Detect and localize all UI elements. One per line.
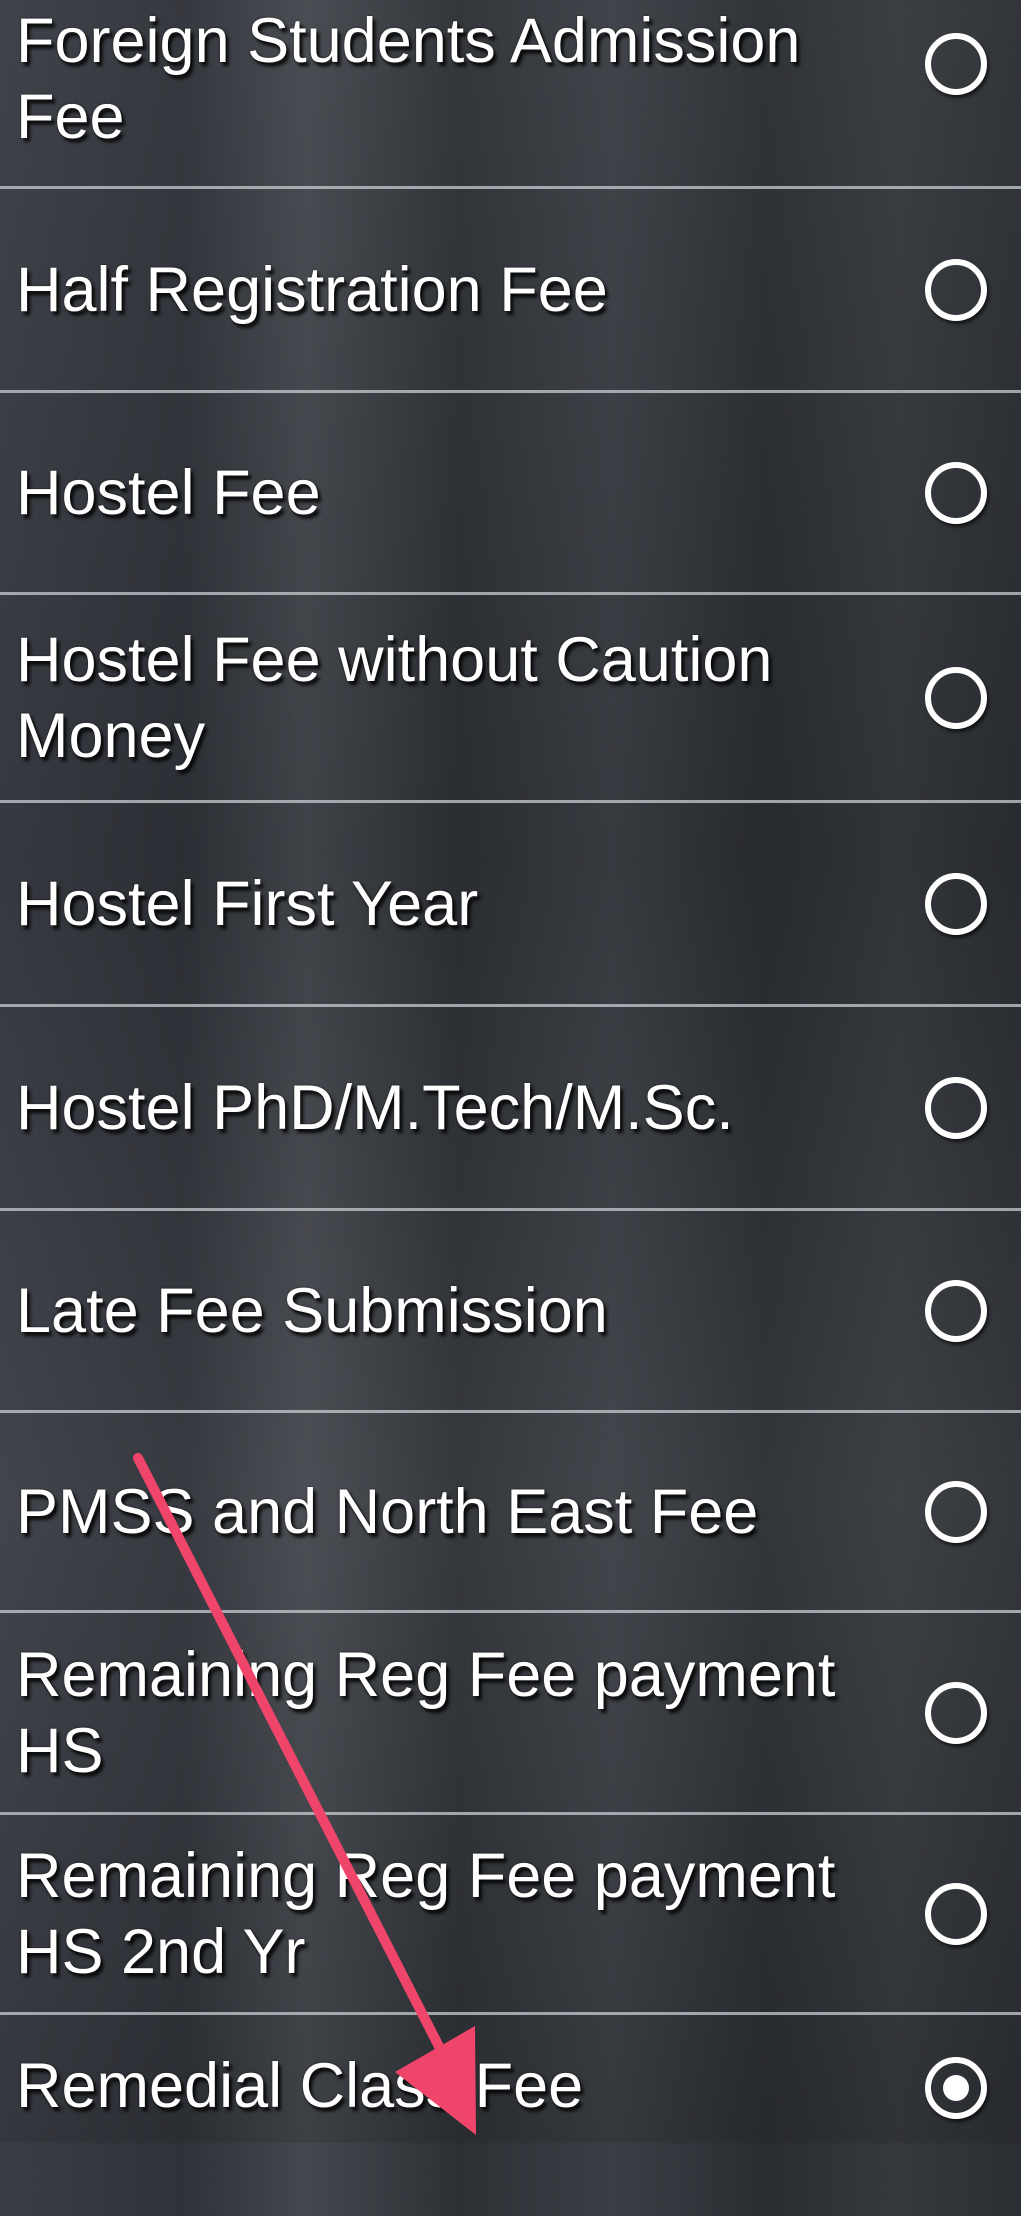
radio-unchecked-icon[interactable] [925, 1280, 987, 1342]
option-remaining-reg-fee-payment-hs[interactable]: Remaining Reg Fee payment HS [0, 1614, 1021, 1812]
divider [0, 1208, 1021, 1211]
divider [0, 1410, 1021, 1413]
divider [0, 800, 1021, 803]
option-label: Hostel First Year [16, 869, 479, 939]
option-label: Remaining Reg Fee payment HS [16, 1640, 836, 1786]
radio-unchecked-icon[interactable] [925, 1077, 987, 1139]
radio-unchecked-icon[interactable] [925, 33, 987, 95]
option-label: Hostel Fee without Caution Money [16, 625, 773, 771]
option-remedial-class-fee[interactable]: Remedial Class Fee [0, 2016, 1021, 2216]
divider [0, 2012, 1021, 2015]
divider [0, 1812, 1021, 1815]
radio-unchecked-icon[interactable] [925, 1682, 987, 1744]
option-label: Foreign Students Admission Fee [16, 6, 801, 152]
divider [0, 390, 1021, 393]
radio-unchecked-icon[interactable] [925, 259, 987, 321]
divider [0, 1004, 1021, 1007]
divider [0, 1610, 1021, 1613]
radio-unchecked-icon[interactable] [925, 462, 987, 524]
option-label: Hostel PhD/M.Tech/M.Sc. [16, 1073, 734, 1143]
option-hostel-phd-mtech-msc[interactable]: Hostel PhD/M.Tech/M.Sc. [0, 1008, 1021, 1208]
radio-checked-icon[interactable] [925, 2057, 987, 2119]
option-label: Late Fee Submission [16, 1276, 608, 1346]
option-label: Half Registration Fee [16, 255, 608, 325]
radio-unchecked-icon[interactable] [925, 1481, 987, 1543]
divider [0, 186, 1021, 189]
option-remaining-reg-fee-payment-hs-2nd-yr[interactable]: Remaining Reg Fee payment HS 2nd Yr [0, 1816, 1021, 2012]
option-pmss-and-north-east-fee[interactable]: PMSS and North East Fee [0, 1414, 1021, 1610]
option-label: Hostel Fee [16, 458, 321, 528]
option-foreign-students-admission-fee[interactable]: Foreign Students Admission Fee [0, 0, 1021, 188]
radio-unchecked-icon[interactable] [925, 667, 987, 729]
option-hostel-first-year[interactable]: Hostel First Year [0, 804, 1021, 1004]
radio-unchecked-icon[interactable] [925, 873, 987, 935]
option-hostel-fee-without-caution-money[interactable]: Hostel Fee without Caution Money [0, 596, 1021, 800]
option-late-fee-submission[interactable]: Late Fee Submission [0, 1212, 1021, 1410]
radio-unchecked-icon[interactable] [925, 1883, 987, 1945]
option-hostel-fee[interactable]: Hostel Fee [0, 394, 1021, 592]
divider [0, 592, 1021, 595]
option-label: Remaining Reg Fee payment HS 2nd Yr [16, 1841, 836, 1987]
option-half-registration-fee[interactable]: Half Registration Fee [0, 190, 1021, 390]
option-label: Remedial Class Fee [16, 2051, 584, 2121]
option-label: PMSS and North East Fee [16, 1477, 759, 1547]
